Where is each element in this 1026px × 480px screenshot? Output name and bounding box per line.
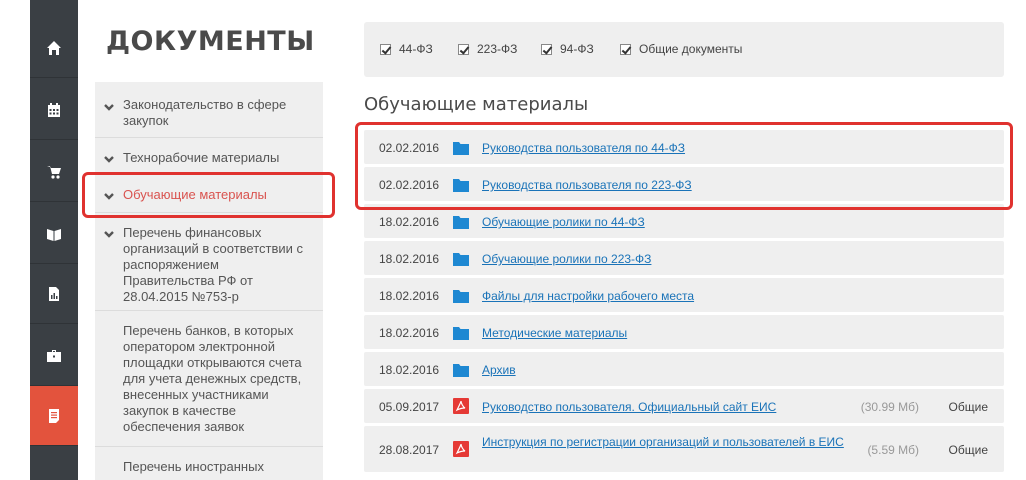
row-date: 05.09.2017 [379,400,440,414]
chevron-down-icon [103,227,115,239]
document-link[interactable]: Руководства пользователя по 44-ФЗ [482,140,685,156]
sidebar-item-foreign[interactable]: Перечень иностранных [95,447,323,480]
document-link[interactable]: Руководство пользователя. Официальный са… [482,399,776,415]
table-row: 18.02.2016 Методические материалы [364,315,1004,349]
table-row: 18.02.2016 Файлы для настройки рабочего … [364,278,1004,312]
document-link[interactable]: Инструкция по регистрации организаций и … [482,434,862,450]
filter-bar: 44-ФЗ 223-ФЗ 94-ФЗ Общие документы [364,22,1004,77]
pdf-icon [453,398,469,414]
sidebar-item-banks[interactable]: Перечень банков, в которых оператором эл… [95,311,323,447]
row-date: 02.02.2016 [379,178,440,192]
document-link[interactable]: Обучающие ролики по 223-ФЗ [482,251,651,267]
icon-rail [30,0,78,480]
report-icon [49,286,59,301]
row-date: 18.02.2016 [379,215,440,229]
row-date: 18.02.2016 [379,252,440,266]
home-icon [47,40,61,55]
rail-briefcase[interactable] [30,326,78,386]
row-date: 18.02.2016 [379,289,440,303]
row-date: 28.08.2017 [379,443,440,457]
pdf-icon [453,441,469,457]
sidebar-item-label: Перечень банков, в которых оператором эл… [123,323,302,434]
document-link[interactable]: Обучающие ролики по 44-ФЗ [482,214,645,230]
table-row: 28.08.2017 Инструкция по регистрации орг… [364,426,1004,472]
row-date: 18.02.2016 [379,363,440,377]
folder-icon [453,289,469,303]
document-category: Общие [948,400,988,414]
row-date: 18.02.2016 [379,326,440,340]
row-date: 02.02.2016 [379,141,440,155]
folder-icon [453,252,469,266]
folder-icon [453,215,469,229]
calendar-icon [48,102,60,117]
filter-label: 44-ФЗ [399,42,433,56]
sidebar-item-tech-materials[interactable]: Технорабочие материалы [95,138,323,175]
sidebar-item-financial-orgs[interactable]: Перечень финансовых организаций в соотве… [95,213,323,311]
table-row: 18.02.2016 Обучающие ролики по 223-ФЗ [364,241,1004,275]
table-row: 02.02.2016 Руководства пользователя по 4… [364,130,1004,164]
book-icon [47,228,61,241]
sidebar-item-training[interactable]: Обучающие материалы [95,175,323,213]
folder-icon [453,141,469,155]
rail-calendar[interactable] [30,80,78,140]
filter-label: 223-ФЗ [477,42,518,56]
rail-home[interactable] [30,18,78,78]
checkbox-checked-icon[interactable] [458,43,469,55]
sidebar-item-label: Законодательство в сфере закупок [123,97,287,128]
filter-label: 94-ФЗ [560,42,594,56]
sidebar-item-label: Технорабочие материалы [123,150,280,165]
document-link[interactable]: Файлы для настройки рабочего места [482,288,694,304]
table-row: 18.02.2016 Обучающие ролики по 44-ФЗ [364,204,1004,238]
folder-icon [453,326,469,340]
rail-documents[interactable] [30,386,78,446]
chevron-down-icon [103,152,115,164]
file-size: (30.99 Мб) [860,400,919,414]
rail-book[interactable] [30,204,78,264]
sidebar-item-label: Перечень финансовых организаций в соотве… [123,225,304,304]
briefcase-icon [47,349,61,362]
rail-cart[interactable] [30,142,78,202]
folder-icon [453,178,469,192]
checkbox-checked-icon[interactable] [380,43,391,55]
page-title: ДОКУМЕНТЫ [106,26,315,57]
document-link[interactable]: Архив [482,362,516,378]
sidebar: Законодательство в сфере закупок Технора… [95,82,323,480]
cart-icon [47,165,61,179]
table-row: 18.02.2016 Архив [364,352,1004,386]
sidebar-item-label: Перечень иностранных [123,459,264,474]
table-row: 05.09.2017 Руководство пользователя. Офи… [364,389,1004,423]
filter-223fz[interactable]: 223-ФЗ [458,42,517,56]
chevron-down-icon [103,100,115,112]
checkbox-checked-icon[interactable] [620,43,631,55]
file-size: (5.59 Мб) [867,443,919,457]
filter-label: Общие документы [639,42,743,56]
document-link[interactable]: Методические материалы [482,325,627,341]
folder-icon [453,363,469,377]
chevron-down-icon [103,189,115,201]
document-link[interactable]: Руководства пользователя по 223-ФЗ [482,177,692,193]
filter-general[interactable]: Общие документы [620,42,742,56]
section-title: Обучающие материалы [364,94,589,115]
rail-report[interactable] [30,264,78,324]
sidebar-item-label: Обучающие материалы [123,187,267,202]
document-category: Общие [948,443,988,457]
document-icon [49,408,59,423]
filter-94fz[interactable]: 94-ФЗ [541,42,594,56]
filter-44fz[interactable]: 44-ФЗ [380,42,433,56]
sidebar-item-legislation[interactable]: Законодательство в сфере закупок [95,82,323,138]
checkbox-checked-icon[interactable] [541,43,552,55]
table-row: 02.02.2016 Руководства пользователя по 2… [364,167,1004,201]
